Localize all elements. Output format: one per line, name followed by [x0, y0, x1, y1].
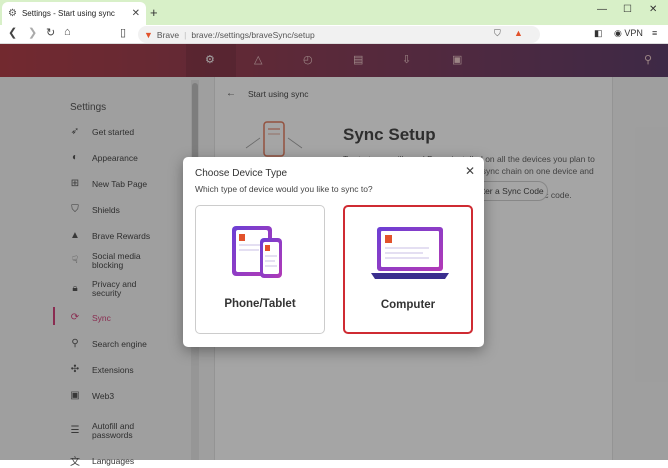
vpn-label: VPN [624, 28, 643, 38]
close-icon[interactable]: ✕ [465, 164, 475, 178]
sidebar-toggle-icon[interactable]: ◧ [594, 28, 603, 39]
menu-icon[interactable]: ≡ [652, 28, 657, 38]
close-window-icon[interactable]: ✕ [649, 4, 657, 15]
gear-icon: ⚙ [8, 8, 17, 19]
computer-label: Computer [380, 299, 436, 311]
title-bar: ⚙ Settings - Start using sync ✕ + — ☐ ✕ [0, 0, 668, 25]
home-icon[interactable]: ⌂ [64, 26, 71, 38]
reload-icon[interactable]: ↻ [46, 26, 55, 39]
phone-tablet-icon [232, 226, 282, 278]
address-bar[interactable]: ▼ Brave | brave://settings/braveSync/set… [138, 26, 540, 43]
brave-lion-icon: ▼ [144, 29, 153, 40]
url-separator: | [184, 29, 187, 40]
phone-tablet-label: Phone/Tablet [224, 298, 296, 310]
toolbar: ❮ ❯ ↻ ⌂ ▯ ▼ Brave | brave://settings/bra… [0, 25, 668, 44]
minimize-icon[interactable]: — [597, 4, 607, 15]
url-text: brave://settings/braveSync/setup [191, 29, 315, 40]
dialog-title: Choose Device Type [195, 168, 288, 179]
new-tab-button[interactable]: + [150, 5, 158, 20]
bookmark-icon[interactable]: ▯ [120, 26, 126, 39]
browser-tab[interactable]: ⚙ Settings - Start using sync ✕ [2, 2, 146, 25]
tab-title: Settings - Start using sync [21, 9, 115, 18]
laptop-icon [371, 227, 449, 279]
computer-option[interactable]: Computer [343, 205, 473, 334]
maximize-icon[interactable]: ☐ [623, 4, 632, 15]
vpn-button[interactable]: ◉ VPN [614, 28, 643, 39]
close-tab-icon[interactable]: ✕ [132, 8, 140, 19]
rewards-icon[interactable]: ▲ [514, 28, 523, 38]
back-icon[interactable]: ❮ [8, 26, 17, 39]
dialog-subtitle: Which type of device would you like to s… [195, 184, 373, 194]
forward-icon[interactable]: ❯ [28, 26, 37, 39]
shields-icon[interactable]: ⛉ [494, 28, 501, 39]
phone-tablet-option[interactable]: Phone/Tablet [195, 205, 325, 334]
choose-device-dialog: Choose Device Type Which type of device … [183, 157, 484, 347]
url-brand: Brave [156, 29, 180, 40]
